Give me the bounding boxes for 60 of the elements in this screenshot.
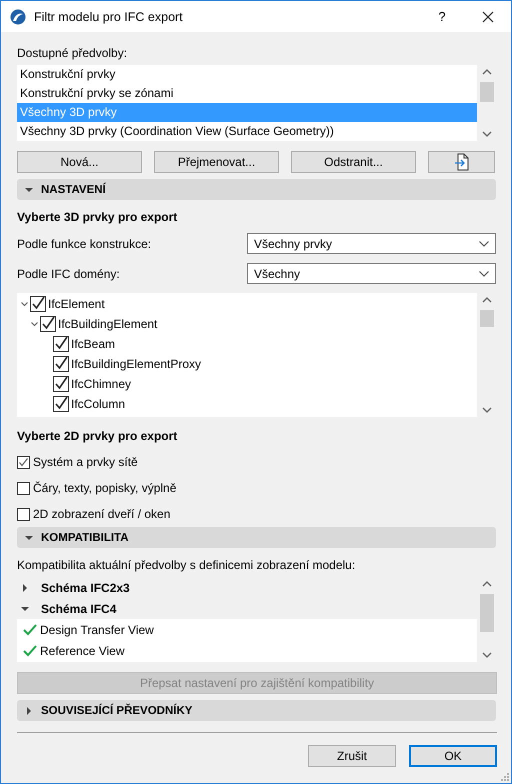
preset-button[interactable]: Přejmenovat... xyxy=(154,151,279,173)
chevron-down-icon[interactable] xyxy=(479,270,489,276)
checkbox[interactable] xyxy=(40,316,56,332)
section-title: SOUVISEJÍCÍ PŘEVODNÍKY xyxy=(41,704,192,716)
expand-icon[interactable] xyxy=(21,584,29,592)
presets-label: Dostupné předvolby: xyxy=(17,46,128,60)
tree-item[interactable]: IfcColumn xyxy=(71,397,126,411)
view-item[interactable]: Design Transfer View xyxy=(40,622,154,636)
preset-item[interactable]: Konstrukční prvky se zónami xyxy=(17,84,477,103)
close-icon[interactable] xyxy=(482,10,494,22)
preset-item[interactable]: Všechny 3D prvky (Coordination View (Surface Geometry)) xyxy=(17,122,477,141)
tree-item[interactable]: IfcBuildingElementProxy xyxy=(71,357,202,371)
checkbox[interactable] xyxy=(53,336,69,352)
filter-label: Podle IFC domény: xyxy=(17,266,121,280)
preset-button[interactable]: Odstranit... xyxy=(291,151,416,173)
section-title: NASTAVENÍ xyxy=(41,184,106,196)
ok-button[interactable]: OK xyxy=(409,745,497,767)
checkbox[interactable] xyxy=(53,376,69,392)
collapse-icon[interactable] xyxy=(25,534,33,542)
checkbox[interactable] xyxy=(17,456,30,468)
import-button[interactable] xyxy=(428,151,495,173)
window-title: Filtr modelu pro IFC export xyxy=(34,10,184,24)
collapse-icon[interactable] xyxy=(31,322,38,326)
expand-icon[interactable] xyxy=(25,706,33,714)
section-title: KOMPATIBILITA xyxy=(41,532,129,544)
checkbox-label[interactable]: Systém a prvky sítě xyxy=(33,455,138,469)
help-button[interactable]: ? xyxy=(419,1,465,32)
filter-dropdown[interactable]: Všechny prvky xyxy=(247,233,496,254)
schema-group-row[interactable]: Schéma IFC2x3 xyxy=(17,577,477,598)
checkbox[interactable] xyxy=(17,482,30,494)
checkbox[interactable] xyxy=(30,296,46,312)
chevron-down-icon[interactable] xyxy=(479,240,489,246)
checkbox[interactable] xyxy=(17,508,30,520)
file-import-icon[interactable] xyxy=(454,153,470,171)
tree-item[interactable]: IfcChimney xyxy=(71,377,132,391)
collapse-icon[interactable] xyxy=(25,186,33,194)
checkbox[interactable] xyxy=(53,396,69,412)
schema-group-row[interactable]: Schéma IFC4 xyxy=(17,598,477,619)
tree-item[interactable]: IfcBeam xyxy=(71,337,116,351)
checkbox-label[interactable]: 2D zobrazení dveří / oken xyxy=(33,507,170,521)
tree-item[interactable]: IfcElement xyxy=(48,297,105,311)
checkbox[interactable] xyxy=(53,356,69,372)
view-item[interactable]: Reference View xyxy=(40,644,124,658)
description-text: Kompatibilita aktuální předvolby s definicemi zobrazení modelu: xyxy=(17,558,356,572)
filter-label: Podle funkce konstrukce: xyxy=(17,236,152,250)
preset-button[interactable]: Nová... xyxy=(17,151,142,173)
section-header[interactable]: KOMPATIBILITA xyxy=(17,527,496,548)
resize-grip-icon[interactable] xyxy=(501,773,509,781)
section-heading: Vyberte 2D prvky pro export xyxy=(17,429,178,443)
app-icon xyxy=(10,8,26,24)
cancel-button[interactable]: Zrušit xyxy=(308,745,396,767)
collapse-icon[interactable] xyxy=(21,302,28,306)
filter-dropdown[interactable]: Všechny xyxy=(247,263,496,284)
section-header[interactable]: NASTAVENÍ xyxy=(17,179,496,200)
preset-item[interactable]: Konstrukční prvky xyxy=(17,65,477,84)
tree-item[interactable]: IfcBuildingElement xyxy=(58,317,158,331)
section-header[interactable]: SOUVISEJÍCÍ PŘEVODNÍKY xyxy=(17,700,496,721)
section-heading: Vyberte 3D prvky pro export xyxy=(17,210,178,224)
checkbox-label[interactable]: Čáry, texty, popisky, výplně xyxy=(33,481,176,495)
collapse-icon[interactable] xyxy=(21,604,29,612)
